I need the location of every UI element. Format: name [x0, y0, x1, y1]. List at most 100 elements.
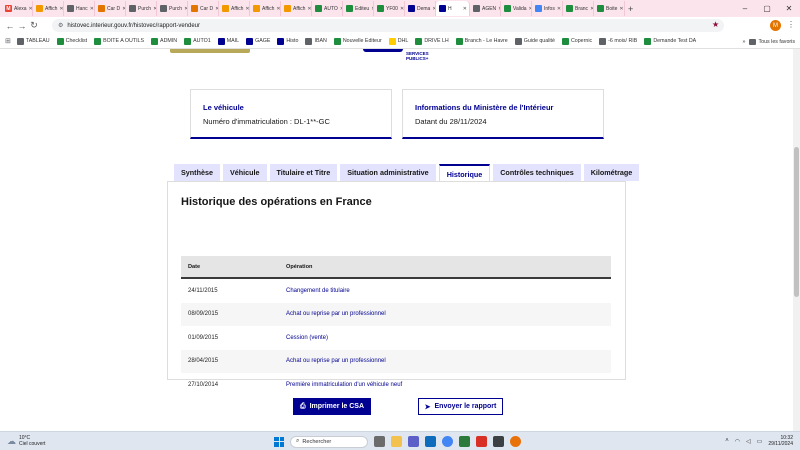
browser-tab[interactable]: Purch ✕	[126, 1, 157, 16]
table-body: 24/11/2015 Changement de titulaire 08/09/2…	[181, 279, 611, 397]
bookmark-item[interactable]: Checklist	[56, 37, 87, 45]
doc-icon	[535, 5, 542, 12]
site-info-icon[interactable]: ⚙	[58, 22, 63, 29]
tab-titulaire-et-titre[interactable]: Titulaire et Titre	[269, 164, 338, 181]
bookmark-item[interactable]: MAIL	[217, 37, 239, 45]
chrome-profile-icon[interactable]	[510, 436, 521, 447]
outlook-icon[interactable]	[425, 436, 436, 447]
close-tab-icon[interactable]: ✕	[245, 6, 249, 12]
page-scrollbar[interactable]	[793, 49, 800, 431]
reload-icon[interactable]: ↻	[28, 20, 40, 31]
clock[interactable]: 10:32 29/11/2024	[768, 435, 793, 447]
teams-icon[interactable]	[408, 436, 419, 447]
profile-avatar[interactable]: M	[770, 20, 781, 31]
more-bookmarks-icon[interactable]: »	[743, 39, 746, 45]
browser-tab[interactable]: Affich ✕	[250, 1, 281, 16]
gmail-icon: M	[5, 5, 12, 12]
print-csa-button[interactable]: ⎙ Imprimer le CSA	[293, 398, 371, 415]
bookmark-item[interactable]: Demande Test DA	[644, 37, 696, 45]
browser-tab[interactable]: Affich ✕	[219, 1, 250, 16]
browser-menu-icon[interactable]: ⋮	[787, 20, 795, 29]
bookmark-item[interactable]: DRIVE LH	[415, 37, 449, 45]
bookmark-item[interactable]: Histo	[277, 37, 298, 45]
tab-synth-se[interactable]: Synthèse	[174, 164, 220, 181]
maximize-icon[interactable]: ▢	[756, 0, 778, 17]
file-explorer-icon[interactable]	[391, 436, 402, 447]
browser-tab[interactable]: AGEN✕	[470, 1, 501, 16]
tab-kilom-trage[interactable]: Kilométrage	[583, 164, 640, 181]
tray-chevron-icon[interactable]: ˄	[725, 438, 729, 444]
close-window-icon[interactable]: ✕	[778, 0, 800, 17]
weather-widget[interactable]: ☁ 10°C Ciel couvert	[7, 435, 45, 447]
bookmark-star-icon[interactable]: ★	[712, 20, 719, 29]
close-tab-icon[interactable]: ✕	[557, 6, 561, 12]
apps-grid-icon[interactable]: ⊞	[5, 37, 11, 45]
vehicle-card: Le véhicule Numéro d'immatriculation : D…	[190, 89, 392, 139]
windows-start-icon[interactable]	[274, 436, 284, 447]
forward-icon[interactable]: →	[16, 21, 28, 31]
new-tab-icon[interactable]: +	[628, 4, 638, 14]
bookmark-item[interactable]: Nouvelle Editeur	[333, 37, 382, 45]
browser-tab[interactable]: AUTO✕	[312, 1, 343, 16]
browser-tab[interactable]: Car D ✕	[188, 1, 219, 16]
browser-tab[interactable]: M Alexa ✕	[2, 1, 33, 16]
task-view-icon[interactable]	[374, 436, 385, 447]
scrollbar-thumb[interactable]	[794, 147, 799, 297]
app-icon[interactable]	[493, 436, 504, 447]
browser-tab[interactable]: Valida✕	[501, 1, 532, 16]
bookmark-item[interactable]: TABLEAU	[16, 37, 50, 45]
close-tab-icon[interactable]: ✕	[463, 6, 467, 12]
row-operation: Changement de titulaire	[286, 287, 350, 294]
all-bookmarks-folder[interactable]: Tous les favoris	[749, 38, 795, 45]
browser-tab[interactable]: Car D ✕	[95, 1, 126, 16]
browser-tab[interactable]: Affich ✕	[281, 1, 312, 16]
browser-tab[interactable]: Branc ✕	[563, 1, 594, 16]
wifi-icon[interactable]: ◠	[735, 438, 740, 445]
bookmark-icon	[222, 5, 229, 12]
volume-icon[interactable]: ◁	[746, 438, 751, 445]
battery-icon[interactable]: ▭	[757, 438, 763, 445]
bookmark-label: DRIVE LH	[424, 38, 449, 44]
bookmark-item[interactable]: Branch - Le Havre	[455, 37, 508, 45]
browser-tab[interactable]: Hanc ✕	[64, 1, 95, 16]
close-tab-icon[interactable]: ✕	[59, 6, 63, 12]
bookmark-item[interactable]: AUTO1	[184, 37, 211, 45]
close-tab-icon[interactable]: ✕	[619, 6, 623, 12]
print-button-label: Imprimer le CSA	[309, 403, 365, 410]
excel-icon[interactable]	[459, 436, 470, 447]
close-tab-icon[interactable]: ✕	[276, 6, 280, 12]
bookmarks-bar: ⊞ TABLEAU Checklist BOITE A OUTILS ADMIN AUT…	[0, 34, 800, 49]
close-tab-icon[interactable]: ✕	[307, 6, 311, 12]
taskbar-search[interactable]: ⌕ Rechercher	[290, 435, 368, 448]
column-header-date: Date	[188, 263, 201, 270]
browser-tab[interactable]: H ✕	[436, 1, 470, 16]
browser-tab[interactable]: Editeu✕	[343, 1, 374, 16]
bookmark-item[interactable]: Copernic	[561, 37, 592, 45]
acrobat-icon[interactable]	[476, 436, 487, 447]
tab-v-hicule[interactable]: Véhicule	[222, 164, 267, 181]
back-icon[interactable]: ←	[4, 21, 16, 31]
tab-contr-les-techniques[interactable]: Contrôles techniques	[493, 164, 581, 181]
bookmark-item[interactable]: BOITE A OUTILS	[94, 37, 144, 45]
bookmark-item[interactable]: GAGE	[246, 37, 270, 45]
browser-tab[interactable]: YF00 ✕	[374, 1, 405, 16]
bookmark-item[interactable]: -6 mois/ RIB	[599, 37, 637, 45]
close-tab-icon[interactable]: ✕	[90, 6, 94, 12]
url-field[interactable]: ⚙ histovec.interieur.gouv.fr/histovec/ra…	[52, 19, 724, 32]
tab-historique[interactable]: Historique	[438, 164, 491, 182]
send-report-button[interactable]: ➤ Envoyer le rapport	[418, 398, 503, 415]
minimize-icon[interactable]: –	[734, 0, 756, 17]
bookmark-label: DHL	[397, 38, 409, 44]
bookmark-item[interactable]: IBAN	[305, 37, 327, 45]
browser-tab[interactable]: Infos ✕	[532, 1, 563, 16]
browser-tab[interactable]: Purch ✕	[157, 1, 188, 16]
browser-tab[interactable]: Dema✕	[405, 1, 436, 16]
bookmark-item[interactable]: ADMIN	[151, 37, 177, 45]
bookmark-item[interactable]: Guide qualité	[514, 37, 555, 45]
browser-tab[interactable]: Affich ✕	[33, 1, 64, 16]
browser-tab[interactable]: Boite ✕	[594, 1, 625, 16]
tab-situation-administrative[interactable]: Situation administrative	[340, 164, 436, 181]
bookmark-item[interactable]: DHL	[388, 37, 409, 45]
chrome-icon[interactable]	[442, 436, 453, 447]
close-tab-icon[interactable]: ✕	[400, 6, 404, 12]
